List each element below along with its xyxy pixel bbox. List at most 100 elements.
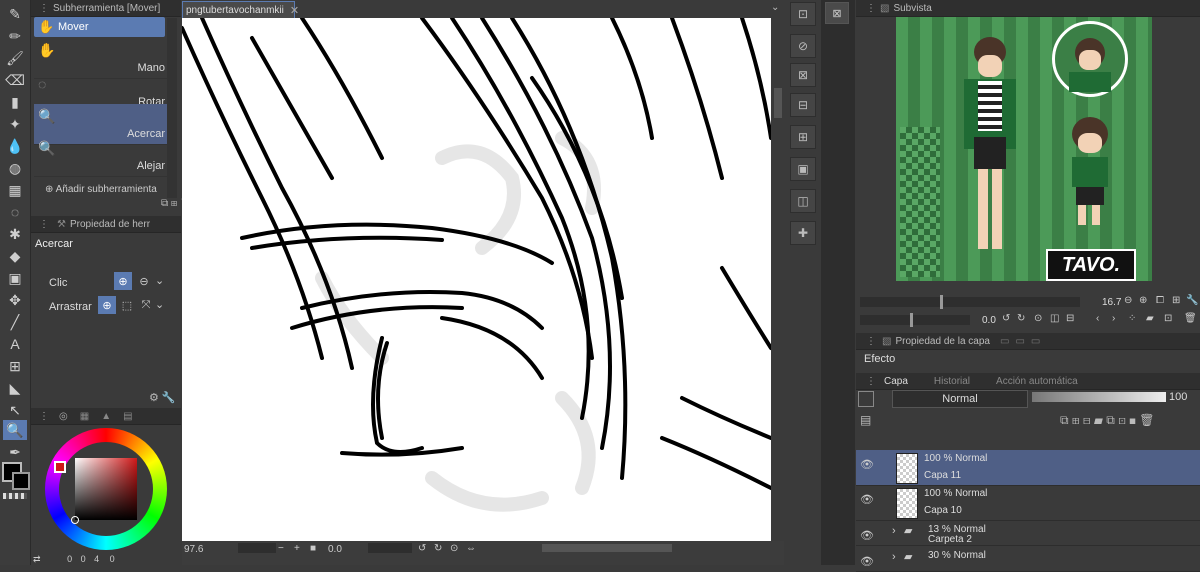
visibility-eye-icon[interactable]: 👁 [860,458,874,471]
color-set-tab-icon[interactable]: ▦ [80,411,89,422]
rotation-slider[interactable] [368,543,412,553]
frame-tool-icon[interactable]: ▦ [3,180,27,200]
nav-zoom-out-icon[interactable]: ⊖ [1124,295,1132,306]
sub-color-swatch[interactable] [12,472,30,490]
drag-pan-icon[interactable]: ⤧ [137,296,155,314]
hue-ring[interactable] [45,428,167,550]
layer-folder-row[interactable]: 👁 › ▰ 30 % Normal [856,547,1200,572]
save-icon[interactable]: ⊡ [790,2,816,26]
nav-flip-h-icon[interactable]: ◫ [1050,313,1059,324]
horizontal-scrollbar[interactable] [542,544,672,552]
tab-capa[interactable]: Capa [884,376,908,387]
document-tab[interactable]: pngtubertavochanmkii ✕ [182,1,299,19]
line-tool-icon[interactable]: ╱ [3,312,27,332]
pencil-tool-icon[interactable]: ✏ [3,26,27,46]
drag-zoom-option-icon[interactable]: ⊕ [98,296,116,314]
hue-handle[interactable] [54,461,66,473]
zoom-in-option-icon[interactable]: ⊕ [114,272,132,290]
bucket-tool-icon[interactable]: ◆ [3,246,27,266]
blend-mode-select[interactable]: Normal [892,390,1028,408]
marker-tool-icon[interactable]: ▮ [3,92,27,112]
fill-tool-icon[interactable]: 💧 [3,136,27,156]
new-icon[interactable]: ⊞ [171,198,177,209]
expand-chevron-icon[interactable]: › [892,551,896,563]
nav-fit-icon[interactable]: ⧠ [1156,295,1164,306]
subtool-scrollbar[interactable] [167,18,177,198]
brush-tool-icon[interactable]: 🖌 [3,48,27,68]
sparkle-tool-icon[interactable]: ✦ [3,114,27,134]
ruler-tool-icon[interactable]: ◣ [3,378,27,398]
tab-list-chevron-icon[interactable]: ⌄ [771,2,779,13]
close-panel-icon[interactable]: ⊠ [825,2,849,24]
saturation-value-square[interactable] [75,458,137,520]
eraser-tool-icon[interactable]: ⌫ [3,70,27,90]
drawing-canvas[interactable] [182,18,771,541]
blend-tool-icon[interactable]: ◍ [3,158,27,178]
chevron-down-icon[interactable]: ⌄ [155,298,164,311]
reference-image[interactable]: TAVO. [896,17,1152,281]
settings-icon[interactable]: ⚙ 🔧 [149,391,176,404]
nav-flip-v-icon[interactable]: ⊟ [1066,313,1074,324]
nav-grid-icon[interactable]: ⁘ [1128,313,1136,324]
balloon-tool-icon[interactable]: ⊞ [3,356,27,376]
fit-icon[interactable]: ■ [310,543,316,554]
zoom-in-icon[interactable]: + [294,543,300,554]
text-tool-icon[interactable]: A [3,334,27,354]
color-wheel-tab-icon[interactable]: ◎ [59,411,68,422]
color-slider-tab-icon[interactable]: ▤ [123,411,132,422]
rotate-right-icon[interactable]: ↻ [434,543,442,554]
nav-trash-icon[interactable]: 🗑 [1184,313,1197,324]
layer-row[interactable]: 👁 100 % Normal Capa 10 [856,485,1200,521]
zoom-out-option-icon[interactable]: ⊖ [135,272,153,290]
nav-folder-icon[interactable]: ▰ [1146,313,1154,324]
nav-prev-icon[interactable]: ‹ [1096,313,1099,324]
layer-buttons-icon[interactable]: ⧉ ⊞ ⊟ ▰ ⧉ ⊡ ◼ 🗑 [1060,413,1155,428]
layer-folder-row[interactable]: 👁 › ▰ 13 % Normal Carpeta 2 [856,521,1200,546]
nav-zoom-slider[interactable] [860,295,1080,309]
zoom-tool-icon[interactable]: 🔍 [3,420,27,440]
nav-rotate-left-icon[interactable]: ↺ [1002,313,1010,324]
subtool-item-alejar[interactable]: 🔍 Alejar [34,136,168,177]
close-layer-icon[interactable]: ⊠ [790,63,816,87]
nav-actual-size-icon[interactable]: ⊞ [1172,295,1180,306]
tab-icon[interactable]: ▭ [1000,336,1009,347]
tab-accion-automatica[interactable]: Acción automática [996,376,1078,387]
subtool-group-mover[interactable]: ✋ Mover [34,17,165,37]
layer-row[interactable]: 👁 100 % Normal Capa 11 [856,450,1200,486]
gradient-tool-icon[interactable]: ▣ [3,268,27,288]
move-layer-tool-icon[interactable]: ✥ [3,290,27,310]
scroll-thumb[interactable] [774,88,782,118]
nav-reset-icon[interactable]: ⊙ [1034,313,1042,324]
layer-new-icon[interactable]: ▣ [790,157,816,181]
add-subtool-link[interactable]: ⊕ Añadir subherramienta [45,184,165,196]
nav-zoom-in-icon[interactable]: ⊕ [1139,295,1147,306]
swap-icon[interactable]: ⇄ [33,554,41,564]
transparent-color-icon[interactable] [3,493,27,499]
layer-camera-icon[interactable]: ◫ [790,189,816,213]
layer-copy-icon[interactable]: ⊟ [790,93,816,117]
close-tab-icon[interactable]: ✕ [290,4,299,17]
nav-import-icon[interactable]: ⊡ [1164,313,1172,324]
canvas-vertical-scrollbar[interactable] [772,18,784,541]
rotate-left-icon[interactable]: ↺ [418,543,426,554]
lasso-tool-icon[interactable]: ◌ [3,202,27,222]
visibility-eye-icon[interactable]: 👁 [860,493,874,506]
visibility-eye-icon[interactable]: 👁 [860,529,874,542]
nav-wrench-icon[interactable]: 🔧 [1186,295,1198,306]
copy-icon[interactable]: ⧉ [161,198,168,209]
reset-rotation-icon[interactable]: ⊙ [450,543,458,554]
nav-next-icon[interactable]: › [1112,313,1115,324]
drag-rect-zoom-icon[interactable]: ⬚ [118,296,136,314]
color-picker-handle[interactable] [71,516,79,524]
tab-icon[interactable]: ▭ [1031,336,1040,347]
zoom-out-icon[interactable]: − [278,543,284,554]
operation-tool-icon[interactable]: ↖ [3,400,27,420]
nav-rotation-slider[interactable] [860,313,970,327]
nav-rotate-right-icon[interactable]: ↻ [1017,313,1025,324]
opacity-slider[interactable] [1032,392,1166,402]
expand-chevron-icon[interactable]: › [892,525,896,537]
auto-select-tool-icon[interactable]: ✱ [3,224,27,244]
pen-tool-icon[interactable]: ✎ [3,4,27,24]
clear-icon[interactable]: ⊘ [790,34,816,58]
layer-list-icon[interactable]: ▤ [860,413,871,427]
